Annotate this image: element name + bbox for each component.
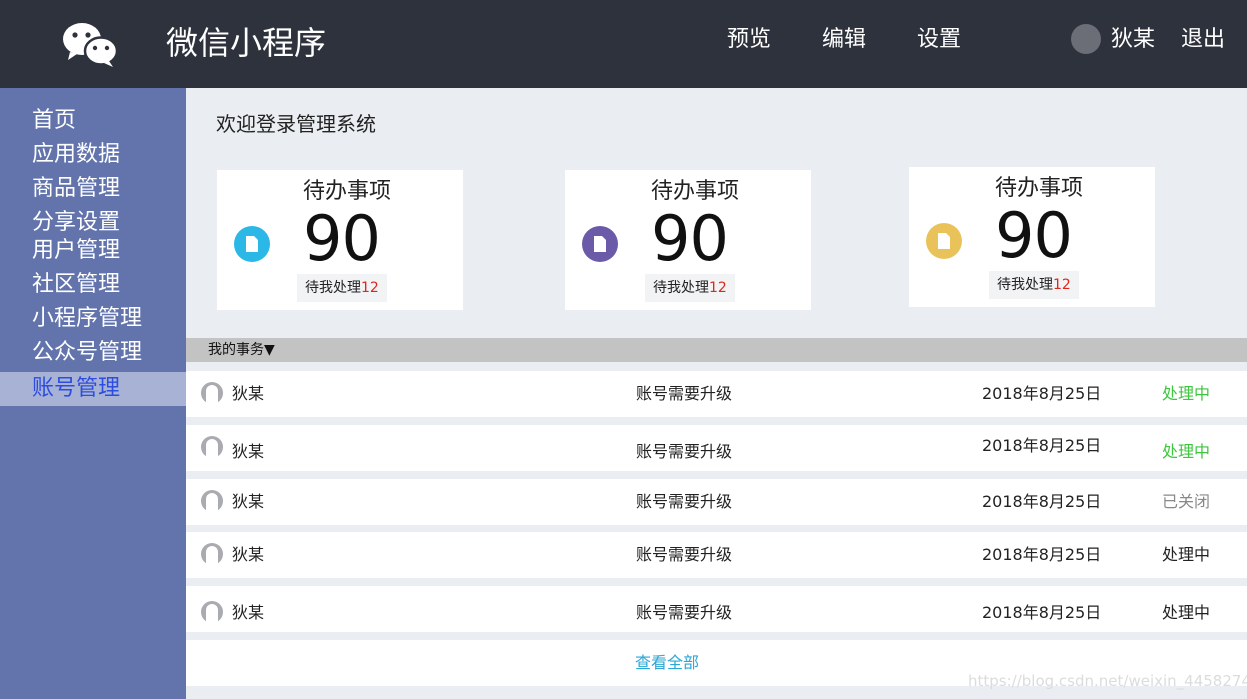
row-subject: 账号需要升级 [636,384,733,403]
sidebar-item-mini-program[interactable]: 小程序管理 [0,302,186,336]
pending-count: 12 [1053,277,1071,293]
row-name: 狄某 [232,545,265,564]
row-subject: 账号需要升级 [636,603,733,622]
pending-label: 待我处理 [653,280,709,296]
row-name: 狄某 [232,492,265,511]
user-name[interactable]: 狄某 [1111,24,1155,56]
pending-count: 12 [361,280,379,296]
sidebar-item-products[interactable]: 商品管理 [0,172,186,206]
user-avatar-icon [201,382,223,404]
row-date: 2018年8月25日 [982,545,1102,564]
row-subject: 账号需要升级 [636,442,733,461]
pending-badge[interactable]: 待我处理12 [297,274,387,302]
row-name: 狄某 [232,603,265,622]
pending-badge[interactable]: 待我处理12 [989,271,1079,299]
welcome-heading: 欢迎登录管理系统 [216,112,376,136]
row-date: 2018年8月25日 [982,603,1102,622]
user-avatar-icon [201,543,223,565]
card-value: 90 [303,202,381,275]
table-row[interactable]: 狄某 账号需要升级 2018年8月25日 处理中 [186,532,1247,578]
table-row[interactable]: 狄某 账号需要升级 2018年8月25日 处理中 [186,425,1247,471]
nav-edit[interactable]: 编辑 [822,24,866,56]
my-tasks-dropdown[interactable]: 我的事务▼ [208,338,275,362]
wechat-icon [62,22,120,68]
user-avatar-icon [201,601,223,623]
pending-badge[interactable]: 待我处理12 [645,274,735,302]
my-tasks-bar: 我的事务▼ [186,338,1247,362]
todo-card[interactable]: 待办事项 90 待我处理12 [565,170,811,310]
watermark: https://blog.csdn.net/weixin_44582741 [968,672,1247,690]
row-status: 处理中 [1162,384,1211,403]
row-status: 已关闭 [1162,492,1211,511]
row-date: 2018年8月25日 [982,492,1102,511]
pending-count: 12 [709,280,727,296]
todo-card[interactable]: 待办事项 90 待我处理12 [909,167,1155,307]
sidebar: 首页 应用数据 商品管理 分享设置 用户管理 社区管理 小程序管理 公众号管理 … [0,88,186,699]
row-status: 处理中 [1162,545,1211,564]
sidebar-item-official-account[interactable]: 公众号管理 [0,336,186,370]
sidebar-item-account[interactable]: 账号管理 [0,372,186,406]
table-row[interactable]: 狄某 账号需要升级 2018年8月25日 已关闭 [186,479,1247,525]
app-title: 微信小程序 [166,24,327,62]
pending-label: 待我处理 [305,280,361,296]
sidebar-item-community[interactable]: 社区管理 [0,268,186,302]
row-status: 处理中 [1162,442,1211,461]
row-subject: 账号需要升级 [636,492,733,511]
table-row[interactable]: 狄某 账号需要升级 2018年8月25日 处理中 [186,586,1247,632]
document-icon [926,223,962,259]
sidebar-item-app-data[interactable]: 应用数据 [0,138,186,172]
card-value: 90 [995,199,1073,272]
row-date: 2018年8月25日 [982,384,1102,403]
user-avatar-icon [201,436,223,458]
row-name: 狄某 [232,442,265,461]
row-status: 处理中 [1162,603,1211,622]
nav-settings[interactable]: 设置 [917,24,961,56]
user-avatar-icon [201,490,223,512]
sidebar-item-users[interactable]: 用户管理 [0,234,186,268]
table-row[interactable]: 狄某 账号需要升级 2018年8月25日 处理中 [186,371,1247,417]
document-icon [582,226,618,262]
sidebar-item-home[interactable]: 首页 [0,104,186,138]
row-subject: 账号需要升级 [636,545,733,564]
view-all-link[interactable]: 查看全部 [635,640,699,686]
pending-label: 待我处理 [997,277,1053,293]
nav-preview[interactable]: 预览 [727,24,771,56]
avatar[interactable] [1071,24,1101,54]
top-header: 微信小程序 预览 编辑 设置 狄某 退出 [0,0,1247,88]
logout-button[interactable]: 退出 [1181,24,1225,56]
row-date: 2018年8月25日 [982,436,1102,455]
card-value: 90 [651,202,729,275]
todo-card[interactable]: 待办事项 90 待我处理12 [217,170,463,310]
document-icon [234,226,270,262]
row-name: 狄某 [232,384,265,403]
